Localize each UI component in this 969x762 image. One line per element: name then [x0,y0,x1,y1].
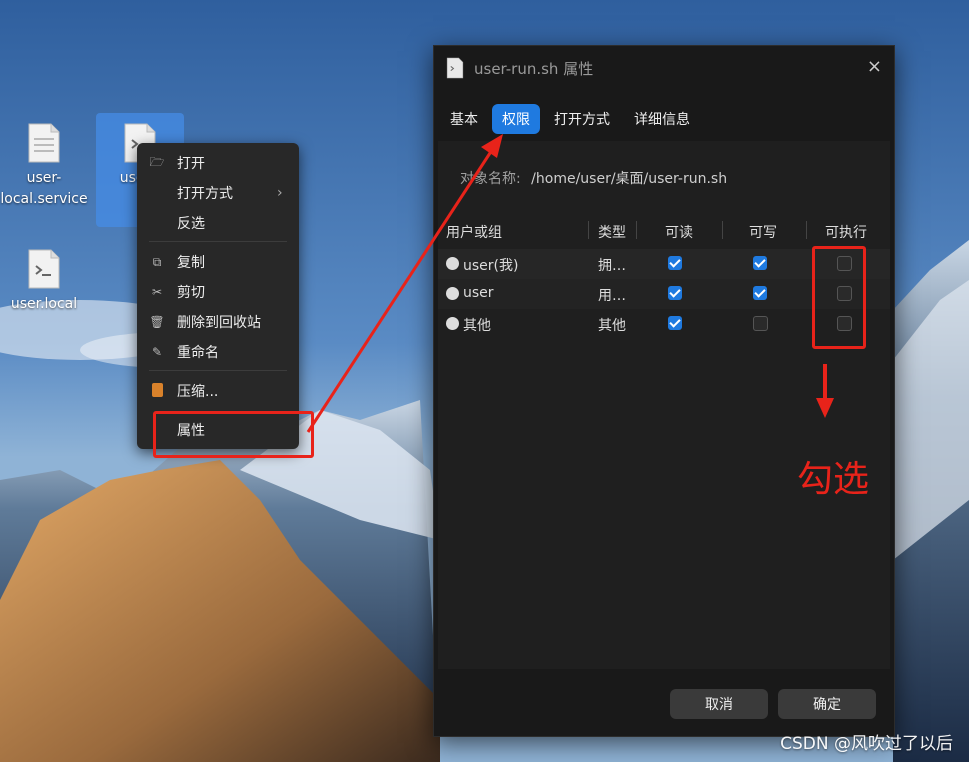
menu-item-copy[interactable]: ⧉ 复制 [137,247,299,277]
watermark-text: CSDN @风吹过了以后 [780,734,953,754]
text-file-icon [28,123,60,163]
desktop-icon-label-line1: user- [26,170,62,186]
desktop-icon-label: user.local [10,296,78,312]
object-name-label: 对象名称: [460,171,521,187]
desktop-file-user-local-service[interactable]: user- local.service [0,118,88,210]
menu-item-label: 打开方式 [177,186,233,202]
tab-permissions[interactable]: 权限 [492,104,540,134]
desktop-file-user-local[interactable]: user.local [0,244,88,315]
row-name: user(我) [463,258,519,274]
menu-item-rename[interactable]: ✎ 重命名 [137,337,299,367]
write-checkbox[interactable] [753,286,767,300]
write-checkbox[interactable] [753,316,768,331]
desktop-icon-label-line2: local.service [0,191,88,207]
chevron-right-icon: › [277,185,283,201]
tab-details[interactable]: 详细信息 [624,104,700,134]
menu-separator [149,241,287,242]
menu-item-label: 剪切 [177,285,205,301]
row-name: user [463,285,494,301]
menu-item-label: 重命名 [177,345,219,361]
annotation-box-properties [153,411,314,458]
scissors-icon: ✂ [151,285,163,299]
trash-icon: 🗑 [149,315,165,329]
column-write: 可写 [749,225,777,241]
menu-item-compress[interactable]: 压缩... [137,376,299,406]
zip-icon [137,382,177,400]
permissions-table-header: 用户或组 类型 可读 可写 可执行 [438,216,890,246]
row-name: 其他 [463,318,491,334]
permissions-panel: 对象名称: /home/user/桌面/user-run.sh 用户或组 类型 … [438,141,890,669]
object-name-value: /home/user/桌面/user-run.sh [531,171,728,187]
row-type: 用… [598,288,626,304]
user-icon [446,257,459,270]
menu-item-open[interactable]: 🗁 打开 [137,148,299,178]
script-file-icon [446,57,464,79]
menu-separator [149,370,287,371]
annotation-text: 勾选 [797,459,870,500]
cancel-button[interactable]: 取消 [670,689,768,719]
menu-item-cut[interactable]: ✂ 剪切 [137,277,299,307]
column-read: 可读 [665,225,693,241]
menu-item-label: 复制 [177,255,205,271]
row-type: 其他 [598,318,626,334]
menu-item-label: 打开 [177,156,205,172]
read-checkbox[interactable] [668,256,682,270]
dialog-tabs: 基本 权限 打开方式 详细信息 [440,104,700,134]
tab-open-with[interactable]: 打开方式 [544,104,620,134]
context-menu: 🗁 打开 打开方式 › 反选 ⧉ 复制 ✂ 剪切 🗑 删除到回收站 ✎ 重命名 … [137,143,299,449]
user-icon [446,317,459,330]
menu-item-label: 删除到回收站 [177,315,261,331]
menu-item-delete[interactable]: 🗑 删除到回收站 [137,307,299,337]
object-name-row: 对象名称: /home/user/桌面/user-run.sh [460,168,727,188]
annotation-box-execute-column [812,246,866,349]
script-file-icon [28,249,60,289]
dialog-title: user-run.sh 属性 [474,60,594,78]
ok-button[interactable]: 确定 [778,689,876,719]
column-type: 类型 [598,225,626,241]
copy-icon: ⧉ [152,254,162,269]
column-execute: 可执行 [825,225,867,241]
menu-item-invert-selection[interactable]: 反选 [137,208,299,238]
read-checkbox[interactable] [668,286,682,300]
properties-dialog: user-run.sh 属性 × 基本 权限 打开方式 详细信息 对象名称: /… [433,45,895,737]
menu-item-label: 反选 [177,216,205,232]
rename-icon: ✎ [151,345,163,359]
menu-item-label: 压缩... [177,384,219,400]
user-icon [446,287,459,300]
column-user-group: 用户或组 [446,225,502,241]
row-type: 拥… [598,258,626,274]
read-checkbox[interactable] [668,316,682,330]
folder-icon: 🗁 [149,154,165,169]
write-checkbox[interactable] [753,256,767,270]
close-icon[interactable]: × [867,56,882,77]
menu-item-open-with[interactable]: 打开方式 › [137,178,299,208]
tab-basic[interactable]: 基本 [440,104,488,134]
